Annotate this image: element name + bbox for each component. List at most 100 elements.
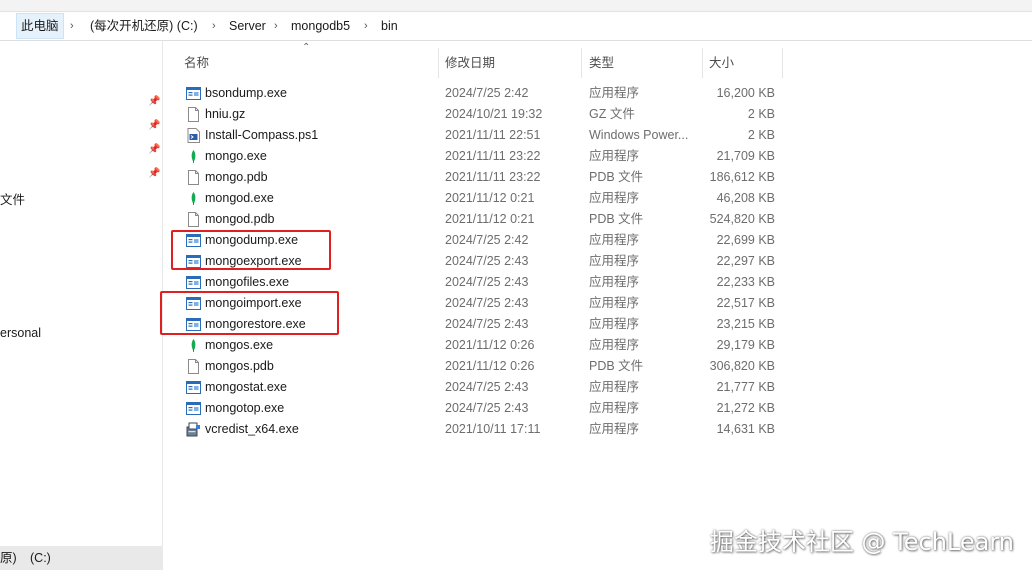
file-row[interactable]: mongos.exe 2021/11/12 0:26 应用程序 29,179 KB [177, 335, 787, 356]
exe-window-icon [186, 275, 201, 290]
chevron-right-icon[interactable]: › [274, 12, 278, 40]
pin-icon[interactable]: 📌 [148, 144, 160, 155]
file-size: 22,297 KB [716, 254, 775, 268]
file-row[interactable]: mongos.pdb 2021/11/12 0:26 PDB 文件 306,820 K… [177, 356, 787, 377]
status-path-text: 原) [0, 551, 17, 565]
file-name: mongos.exe [205, 338, 274, 352]
file-row[interactable]: mongostat.exe 2024/7/25 2:43 应用程序 21,777 KB [177, 377, 787, 398]
file-size: 306,820 KB [709, 359, 775, 373]
file-size: 23,215 KB [716, 317, 775, 331]
file-size: 22,699 KB [716, 233, 775, 247]
sort-ascending-icon: ⌃ [302, 42, 311, 53]
navigation-pane[interactable]: 文件 ersonal [0, 41, 163, 570]
breadcrumb-this-pc[interactable]: 此电脑 [16, 13, 64, 39]
breadcrumb-drive-c[interactable]: (每次开机还原) (C:) [90, 12, 198, 40]
column-header-size[interactable]: 大小 [709, 48, 734, 78]
file-name: mongos.pdb [205, 359, 274, 373]
breadcrumb[interactable]: 此电脑 › (每次开机还原) (C:) › Server › mongodb5 … [0, 12, 1032, 41]
file-modified-date: 2024/7/25 2:43 [445, 380, 529, 394]
file-size: 22,517 KB [716, 296, 775, 310]
column-header-type[interactable]: 类型 [589, 48, 614, 78]
column-header-name[interactable]: 名称 [184, 48, 209, 78]
file-row[interactable]: mongod.exe 2021/11/12 0:21 应用程序 46,208 KB [177, 188, 787, 209]
file-size: 21,709 KB [716, 149, 775, 163]
file-name: Install-Compass.ps1 [205, 128, 319, 142]
file-icon [186, 359, 201, 374]
column-divider[interactable] [438, 48, 439, 78]
file-type: 应用程序 [589, 296, 640, 310]
file-type: 应用程序 [589, 191, 640, 205]
file-size: 2 KB [747, 128, 775, 142]
status-bar: 原) (C:) [0, 546, 163, 570]
watermark: 掘金技术社区 @ TechLearn [709, 528, 1014, 556]
file-icon [186, 107, 201, 122]
file-size: 524,820 KB [709, 212, 775, 226]
column-divider[interactable] [581, 48, 582, 78]
file-modified-date: 2024/7/25 2:43 [445, 254, 529, 268]
file-size: 16,200 KB [716, 86, 775, 100]
file-name: mongo.pdb [205, 170, 268, 184]
breadcrumb-server[interactable]: Server [229, 12, 266, 40]
file-name: hniu.gz [205, 107, 246, 121]
file-name: bsondump.exe [205, 86, 288, 100]
file-modified-date: 2021/11/11 23:22 [445, 149, 541, 163]
file-type: 应用程序 [589, 254, 640, 268]
file-name: mongotop.exe [205, 401, 285, 415]
file-icon [186, 212, 201, 227]
window-top-edge [0, 0, 1032, 12]
file-type: PDB 文件 [589, 359, 644, 373]
chevron-right-icon[interactable]: › [212, 12, 216, 40]
file-type: 应用程序 [589, 317, 640, 331]
file-icon [186, 170, 201, 185]
chevron-right-icon[interactable]: › [364, 12, 368, 40]
mongodb-leaf-icon [186, 149, 201, 164]
pin-icon[interactable]: 📌 [148, 120, 160, 131]
file-size: 2 KB [747, 107, 775, 121]
file-type: 应用程序 [589, 422, 640, 436]
file-name: mongofiles.exe [205, 275, 290, 289]
exe-window-icon [186, 380, 201, 395]
file-size: 21,777 KB [716, 380, 775, 394]
file-type: 应用程序 [589, 380, 640, 394]
file-type: 应用程序 [589, 86, 640, 100]
file-modified-date: 2021/11/11 22:51 [445, 128, 541, 142]
file-modified-date: 2024/7/25 2:43 [445, 317, 529, 331]
column-divider[interactable] [702, 48, 703, 78]
column-header-date[interactable]: 修改日期 [445, 48, 495, 78]
breadcrumb-mongodb5[interactable]: mongodb5 [291, 12, 350, 40]
file-type: PDB 文件 [589, 212, 644, 226]
file-row[interactable]: mongofiles.exe 2024/7/25 2:43 应用程序 22,233 K… [177, 272, 787, 293]
exe-window-icon [186, 401, 201, 416]
file-type: 应用程序 [589, 401, 640, 415]
file-row[interactable]: hniu.gz 2024/10/21 19:32 GZ 文件 2 KB [177, 104, 787, 125]
pin-icon[interactable]: 📌 [148, 96, 160, 107]
exe-window-icon [186, 86, 201, 101]
file-row[interactable]: mongotop.exe 2024/7/25 2:43 应用程序 21,272 KB [177, 398, 787, 419]
file-row[interactable]: mongo.pdb 2021/11/11 23:22 PDB 文件 186,612 K… [177, 167, 787, 188]
file-row[interactable]: bsondump.exe 2024/7/25 2:42 应用程序 16,200 KB [177, 83, 787, 104]
nav-item-partial[interactable]: 文件 [0, 189, 25, 208]
pin-icon[interactable]: 📌 [148, 168, 160, 179]
breadcrumb-bin[interactable]: bin [381, 12, 398, 40]
file-row[interactable]: mongod.pdb 2021/11/12 0:21 PDB 文件 524,820 K… [177, 209, 787, 230]
file-modified-date: 2024/7/25 2:42 [445, 233, 529, 247]
chevron-right-icon[interactable]: › [70, 12, 74, 40]
file-size: 22,233 KB [716, 275, 775, 289]
powershell-script-icon [186, 128, 201, 143]
file-modified-date: 2024/7/25 2:43 [445, 401, 529, 415]
file-modified-date: 2024/10/21 19:32 [445, 107, 543, 121]
mongodb-leaf-icon [186, 191, 201, 206]
file-name: mongo.exe [205, 149, 267, 163]
installer-icon [186, 422, 201, 437]
file-row[interactable]: Install-Compass.ps1 2021/11/11 22:51 Windo… [177, 125, 787, 146]
column-divider[interactable] [782, 48, 783, 78]
nav-item-partial[interactable]: ersonal [0, 326, 41, 340]
file-name: mongod.pdb [205, 212, 275, 226]
file-modified-date: 2021/11/12 0:21 [445, 191, 535, 205]
file-modified-date: 2024/7/25 2:43 [445, 296, 529, 310]
file-row[interactable]: mongo.exe 2021/11/11 23:22 应用程序 21,709 KB [177, 146, 787, 167]
file-size: 186,612 KB [709, 170, 775, 184]
file-row[interactable]: vcredist_x64.exe 2021/10/11 17:11 应用程序 14,6… [177, 419, 787, 440]
file-modified-date: 2024/7/25 2:42 [445, 86, 529, 100]
file-type: 应用程序 [589, 233, 640, 247]
